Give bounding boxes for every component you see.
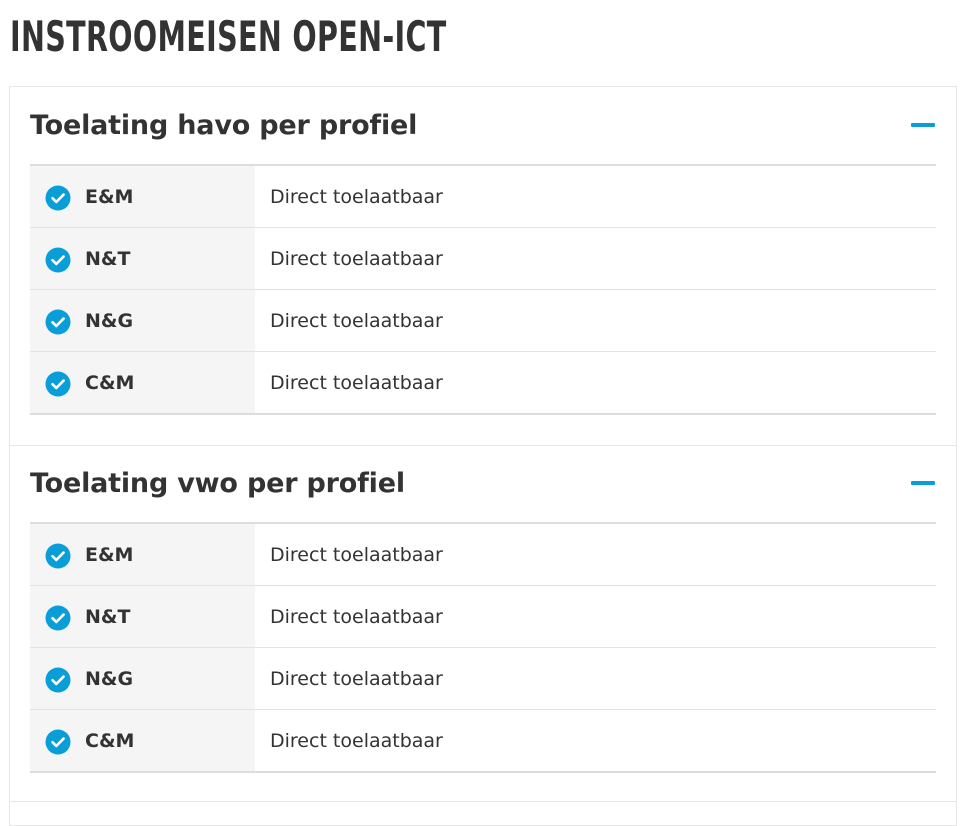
profile-label: N&T <box>85 248 131 270</box>
check-circle-icon <box>45 247 71 273</box>
profile-cell: C&M <box>30 710 255 771</box>
page-title: INSTROOMEISEN OPEN-ICT <box>10 12 447 61</box>
section-vwo: Toelating vwo per profiel E&M Direct toe… <box>10 445 956 802</box>
status-text: Direct toelaatbaar <box>270 248 443 270</box>
profile-label: N&G <box>85 668 134 690</box>
table-row: N&T Direct toelaatbaar <box>30 586 936 648</box>
status-text: Direct toelaatbaar <box>270 606 443 628</box>
table-row: C&M Direct toelaatbaar <box>30 710 936 771</box>
profile-cell: N&G <box>30 290 255 351</box>
profile-label: N&G <box>85 310 134 332</box>
table-row: N&T Direct toelaatbaar <box>30 228 936 290</box>
status-text: Direct toelaatbaar <box>270 186 443 208</box>
profile-label: E&M <box>85 186 134 208</box>
table-row: N&G Direct toelaatbaar <box>30 290 936 352</box>
profile-cell: E&M <box>30 524 255 585</box>
check-circle-icon <box>45 185 71 211</box>
minus-icon[interactable] <box>911 481 935 485</box>
status-text: Direct toelaatbaar <box>270 372 443 394</box>
profile-table-vwo: E&M Direct toelaatbaar N&T Direct toelaa… <box>30 522 936 773</box>
admission-accordion: Toelating havo per profiel E&M Direct to… <box>9 86 957 826</box>
section-header-vwo[interactable]: Toelating vwo per profiel <box>30 445 936 522</box>
section-havo: Toelating havo per profiel E&M Direct to… <box>10 87 956 446</box>
profile-cell: N&G <box>30 648 255 709</box>
table-row: E&M Direct toelaatbaar <box>30 166 936 228</box>
status-text: Direct toelaatbaar <box>270 668 443 690</box>
section-title-vwo: Toelating vwo per profiel <box>30 468 405 499</box>
check-circle-icon <box>45 605 71 631</box>
status-text: Direct toelaatbaar <box>270 310 443 332</box>
check-circle-icon <box>45 309 71 335</box>
profile-label: C&M <box>85 730 135 752</box>
check-circle-icon <box>45 543 71 569</box>
profile-cell: N&T <box>30 228 255 289</box>
check-circle-icon <box>45 371 71 397</box>
check-circle-icon <box>45 729 71 755</box>
profile-label: N&T <box>85 606 131 628</box>
profile-label: E&M <box>85 544 134 566</box>
table-row: N&G Direct toelaatbaar <box>30 648 936 710</box>
status-text: Direct toelaatbaar <box>270 544 443 566</box>
section-title-havo: Toelating havo per profiel <box>30 110 418 141</box>
status-text: Direct toelaatbaar <box>270 730 443 752</box>
section-header-havo[interactable]: Toelating havo per profiel <box>30 87 936 164</box>
profile-cell: N&T <box>30 586 255 647</box>
profile-table-havo: E&M Direct toelaatbaar N&T Direct toelaa… <box>30 164 936 415</box>
profile-label: C&M <box>85 372 135 394</box>
check-circle-icon <box>45 667 71 693</box>
table-row: C&M Direct toelaatbaar <box>30 352 936 413</box>
profile-cell: E&M <box>30 166 255 227</box>
minus-icon[interactable] <box>911 123 935 127</box>
profile-cell: C&M <box>30 352 255 413</box>
table-row: E&M Direct toelaatbaar <box>30 524 936 586</box>
